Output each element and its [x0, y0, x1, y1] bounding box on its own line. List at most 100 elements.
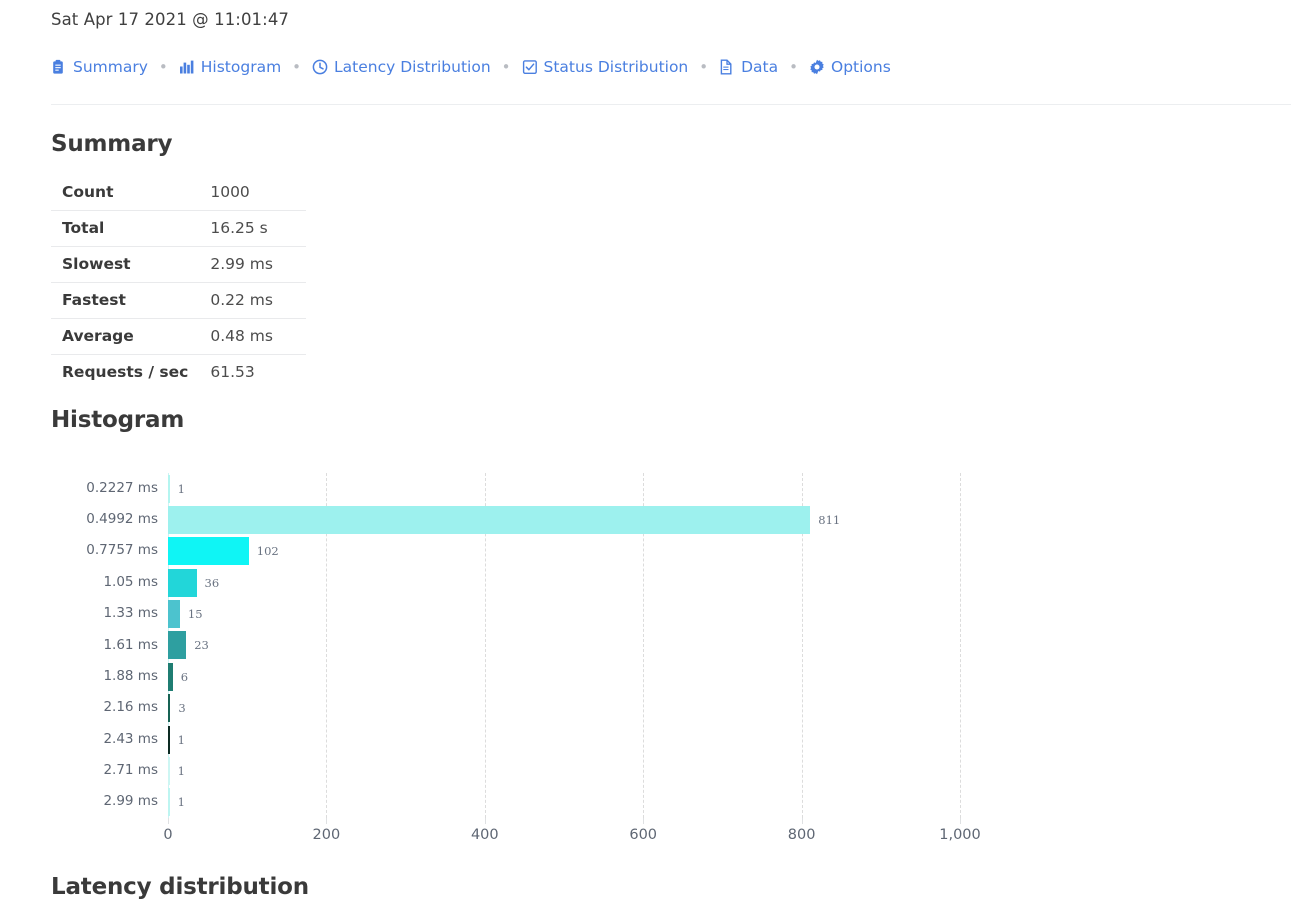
histogram-bar-value-label: 1 — [177, 481, 185, 496]
histogram-x-tick — [168, 818, 169, 824]
report-page: Sat Apr 17 2021 @ 11:01:47 Summary • Histo… — [0, 0, 1295, 906]
histogram-bar-row[interactable]: 3 — [168, 693, 960, 724]
nav-item-status-distribution[interactable]: Status Distribution — [522, 58, 689, 76]
nav-item-label: Latency Distribution — [334, 58, 491, 76]
histogram-bar-row[interactable]: 102 — [168, 536, 960, 567]
histogram-bar[interactable] — [168, 662, 173, 691]
histogram-bar-value-label: 102 — [256, 544, 279, 559]
summary-row-key: Slowest — [51, 246, 211, 283]
histogram-bar-value-label: 6 — [180, 669, 189, 684]
histogram-bar-row[interactable]: 1 — [168, 755, 960, 786]
clipboard-icon — [51, 59, 66, 75]
nav-separator: • — [699, 57, 709, 76]
checkbox-icon — [522, 59, 537, 75]
histogram-bar-value-label: 1 — [177, 795, 185, 810]
histogram-bar[interactable] — [168, 631, 187, 660]
histogram-y-tick-label: 2.43 ms — [103, 730, 158, 747]
histogram-x-tick — [326, 818, 328, 824]
histogram-bar[interactable] — [168, 474, 170, 503]
nav-item-summary[interactable]: Summary — [51, 58, 148, 76]
histogram-bar-value-label: 1 — [177, 763, 185, 778]
histogram-x-tick-label: 600 — [629, 827, 658, 843]
histogram-x-tick — [484, 818, 486, 824]
histogram-bar[interactable] — [168, 788, 170, 817]
summary-row-value: 1000 — [210, 175, 307, 211]
chart-gridline — [960, 473, 961, 818]
report-timestamp: Sat Apr 17 2021 @ 11:01:47 — [51, 10, 290, 29]
histogram-chart: 0.2227 ms 0.4992 ms 0.7757 ms 1.05 ms 1.33 m… — [51, 465, 991, 855]
histogram-y-axis-labels: 0.2227 ms 0.4992 ms 0.7757 ms 1.05 ms 1.33 m… — [51, 473, 158, 818]
histogram-bar[interactable] — [168, 506, 811, 535]
summary-row-key: Requests / sec — [51, 354, 211, 390]
histogram-bar-row[interactable]: 23 — [168, 630, 960, 661]
section-nav: Summary • Histogram • Latency Distribution • S… — [51, 58, 891, 76]
histogram-y-tick-label: 2.71 ms — [103, 761, 158, 778]
histogram-bar-row[interactable]: 1 — [168, 787, 960, 818]
summary-row: Slowest 2.99 ms — [51, 246, 307, 283]
histogram-bar[interactable] — [168, 537, 249, 566]
histogram-x-tick-label: 200 — [312, 827, 341, 843]
histogram-bar-row[interactable]: 1 — [168, 473, 960, 504]
histogram-y-tick-label: 1.33 ms — [103, 605, 158, 622]
summary-row: Count 1000 — [51, 175, 307, 211]
header-divider — [51, 104, 1291, 105]
nav-separator: • — [789, 57, 798, 76]
histogram-bar-row[interactable]: 1 — [168, 724, 960, 755]
summary-row-value: 16.25 s — [210, 210, 307, 247]
histogram-x-tick — [960, 818, 961, 824]
summary-row-value: 0.48 ms — [210, 318, 307, 355]
histogram-bar[interactable] — [168, 694, 171, 723]
summary-heading: Summary — [51, 131, 173, 157]
histogram-y-tick-label: 1.05 ms — [103, 573, 158, 590]
nav-item-histogram[interactable]: Histogram — [179, 58, 281, 76]
nav-item-latency-distribution[interactable]: Latency Distribution — [312, 58, 491, 76]
file-icon — [719, 59, 734, 75]
histogram-bar[interactable] — [168, 600, 180, 629]
summary-row-key: Average — [51, 318, 211, 355]
histogram-heading: Histogram — [51, 407, 185, 433]
histogram-bar-value-label: 1 — [177, 732, 185, 747]
nav-item-label: Histogram — [200, 58, 282, 76]
histogram-y-tick-label: 0.7757 ms — [86, 542, 158, 559]
histogram-bar[interactable] — [168, 568, 197, 597]
nav-item-label: Status Distribution — [543, 58, 689, 76]
histogram-bar-value-label: 23 — [194, 638, 209, 653]
histogram-bar[interactable] — [168, 725, 170, 754]
histogram-x-tick-label: 0 — [163, 827, 173, 843]
histogram-x-tick — [801, 818, 803, 824]
nav-item-data[interactable]: Data — [719, 58, 778, 76]
histogram-plot-area: 1 811 102 36 15 23 6 3 1 1 1 — [168, 473, 961, 818]
histogram-bar-row[interactable]: 36 — [168, 567, 960, 598]
summary-row-key: Fastest — [51, 282, 211, 319]
histogram-x-tick-label: 1,000 — [939, 827, 981, 843]
histogram-x-tick — [643, 818, 645, 824]
histogram-y-tick-label: 2.16 ms — [103, 699, 158, 716]
histogram-bar[interactable] — [168, 756, 170, 785]
nav-item-label: Data — [741, 58, 779, 76]
summary-row-key: Total — [51, 210, 211, 247]
bar-chart-icon — [179, 59, 194, 75]
histogram-bar-row[interactable]: 811 — [168, 504, 960, 535]
histogram-x-tick-label: 400 — [470, 827, 499, 843]
histogram-bar-value-label: 811 — [818, 513, 841, 528]
summary-row-value: 61.53 — [210, 354, 307, 390]
summary-row: Total 16.25 s — [51, 210, 307, 247]
summary-row-value: 2.99 ms — [210, 246, 307, 283]
nav-separator: • — [292, 57, 302, 76]
histogram-bar-row[interactable]: 15 — [168, 598, 960, 629]
histogram-y-tick-label: 0.4992 ms — [86, 511, 158, 528]
histogram-bar-value-label: 36 — [204, 575, 220, 590]
histogram-y-tick-label: 1.88 ms — [103, 667, 158, 684]
histogram-y-tick-label: 0.2227 ms — [86, 479, 158, 496]
summary-row: Fastest 0.22 ms — [51, 282, 307, 319]
histogram-y-tick-label: 2.99 ms — [103, 793, 158, 810]
histogram-bar-row[interactable]: 6 — [168, 661, 960, 692]
summary-row: Average 0.48 ms — [51, 318, 307, 355]
nav-item-options[interactable]: Options — [809, 58, 891, 76]
summary-row-value: 0.22 ms — [210, 282, 307, 319]
histogram-bar-value-label: 3 — [178, 701, 186, 716]
summary-table: Count 1000 Total 16.25 s Slowest 2.99 ms Faste… — [51, 175, 307, 390]
nav-item-label: Options — [831, 58, 891, 76]
clock-icon — [312, 59, 328, 75]
histogram-x-tick-label: 800 — [787, 827, 816, 843]
